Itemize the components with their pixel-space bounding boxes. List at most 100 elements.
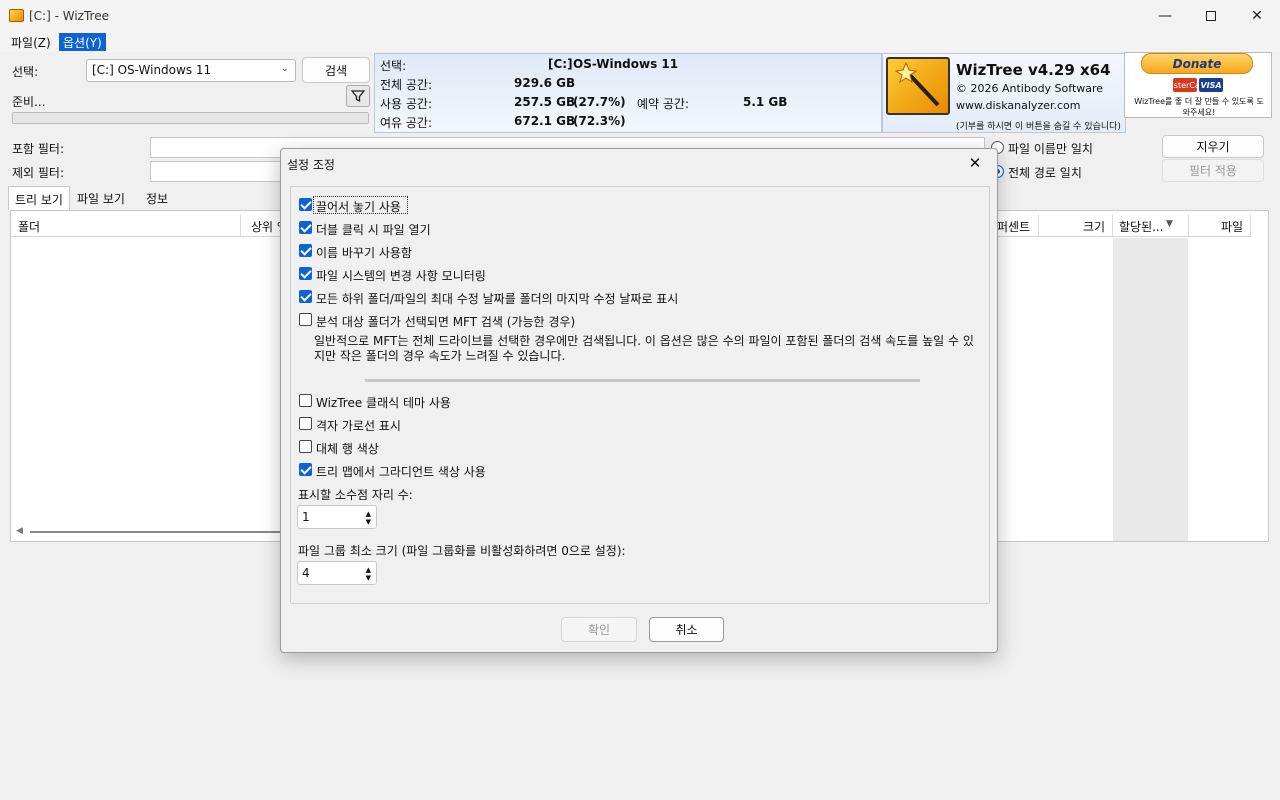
magic-wand-icon <box>894 61 940 107</box>
checkbox-gradient-treemap[interactable] <box>299 463 312 476</box>
exclude-filter-label: 제외 필터: <box>12 166 65 180</box>
label-grid-lines: 격자 가로선 표시 <box>316 419 401 433</box>
status-text: 준비... <box>12 95 46 109</box>
visa-icon: VISA <box>1199 78 1223 92</box>
cancel-button[interactable]: 취소 <box>649 617 724 642</box>
column-separator <box>1250 215 1251 237</box>
clear-filter-button[interactable]: 지우기 <box>1162 135 1264 158</box>
label-gradient-treemap: 트리 맵에서 그라디언트 색상 사용 <box>316 465 486 479</box>
copyright-text: © 2026 Antibody Software <box>956 82 1104 95</box>
used-space-label: 사용 공간: <box>380 97 433 111</box>
checkbox-alternate-row[interactable] <box>299 440 312 453</box>
total-space-value: 929.6 GB <box>514 76 576 90</box>
scroll-left-icon: ◀ <box>16 526 23 536</box>
dialog-close-button[interactable]: ✕ <box>962 150 988 176</box>
checkbox-double-click-open[interactable] <box>299 221 312 234</box>
wiztree-app-icon <box>9 9 24 22</box>
column-size[interactable]: 크기 <box>1083 218 1105 235</box>
title-bar <box>0 0 1280 32</box>
mft-description-line-1: 일반적으로 MFT는 전체 드라이브를 선택한 경우에만 검색됩니다. 이 옵션… <box>314 334 945 348</box>
menu-options[interactable]: 옵션(Y) <box>59 33 106 51</box>
donate-text-2: 와주세요! <box>1182 108 1216 117</box>
focus-rectangle <box>313 196 408 214</box>
column-folder[interactable]: 폴더 <box>18 218 40 235</box>
tab-file-view[interactable]: 파일 보기 <box>71 186 131 210</box>
website-link[interactable]: www.diskanalyzer.com <box>956 99 1081 112</box>
funnel-icon <box>351 90 365 103</box>
full-path-label: 전체 경로 일치 <box>1008 166 1082 180</box>
checkbox-drag-drop[interactable] <box>299 198 312 211</box>
total-space-label: 전체 공간: <box>380 78 433 92</box>
checkbox-classic-theme[interactable] <box>299 394 312 407</box>
tab-tree-view[interactable]: 트리 보기 <box>8 186 70 210</box>
select-label: 선택: <box>12 65 39 79</box>
free-space-label: 여유 공간: <box>380 116 433 130</box>
scroll-thumb[interactable] <box>30 531 280 533</box>
allocated-column-highlight <box>1113 238 1188 541</box>
donate-button[interactable]: Donate <box>1141 53 1253 74</box>
column-parent-percent[interactable]: 상위 % <box>251 218 281 235</box>
label-mft-scan: 분석 대상 폴더가 선택되면 MFT 검색 (가능한 경우) <box>316 315 576 329</box>
name-only-label: 파일 이름만 일치 <box>1008 142 1093 156</box>
spin-down-icon[interactable]: ▼ <box>366 574 371 582</box>
checkbox-mft-scan[interactable] <box>299 313 312 326</box>
app-version-title: WizTree v4.29 x64 <box>956 61 1111 79</box>
group-size-spinner[interactable]: 4 ▲ ▼ <box>297 561 377 585</box>
separator <box>365 379 920 382</box>
maximize-button[interactable] <box>1188 0 1234 32</box>
column-allocated[interactable]: 할당된... <box>1119 218 1164 235</box>
menu-bar <box>0 32 1280 52</box>
label-rename: 이름 바꾸기 사용함 <box>316 246 412 260</box>
info-select-label: 선택: <box>380 59 407 73</box>
window-title: [C:] - WizTree <box>29 9 109 23</box>
free-space-value: 672.1 GB <box>514 114 576 128</box>
decimals-value: 1 <box>302 510 310 524</box>
column-files[interactable]: 파일 <box>1221 218 1243 235</box>
checkbox-monitor-changes[interactable] <box>299 267 312 280</box>
column-separator <box>1188 215 1189 237</box>
dialog-title: 설정 조정 <box>287 158 335 172</box>
group-size-value: 4 <box>302 566 310 580</box>
filter-button[interactable] <box>346 85 370 107</box>
decimals-spinner[interactable]: 1 ▲ ▼ <box>297 505 377 529</box>
close-icon: ✕ <box>968 154 982 172</box>
used-space-value: 257.5 GB <box>514 95 576 109</box>
reserved-space-label: 예약 공간: <box>637 97 690 111</box>
close-button[interactable]: ✕ <box>1234 0 1280 32</box>
spin-up-icon[interactable]: ▲ <box>366 510 371 518</box>
minimize-button[interactable]: — <box>1142 0 1188 32</box>
mastercard-icon: MasterCard <box>1162 78 1208 92</box>
label-max-modified-date: 모든 하위 폴더/파일의 최대 수정 날짜를 폴더의 마지막 수정 날짜로 표시 <box>316 292 679 306</box>
spin-up-icon[interactable]: ▲ <box>366 566 371 574</box>
label-classic-theme: WizTree 클래식 테마 사용 <box>316 396 451 410</box>
scan-progress-bar <box>12 112 369 124</box>
column-separator <box>240 215 241 237</box>
label-alternate-row: 대체 행 색상 <box>316 442 379 456</box>
maximize-icon <box>1206 11 1216 21</box>
ok-button[interactable]: 확인 <box>561 617 637 642</box>
tab-info[interactable]: 정보 <box>140 186 174 210</box>
menu-file[interactable]: 파일(Z) <box>7 33 55 51</box>
spin-down-icon[interactable]: ▼ <box>366 518 371 526</box>
info-drive-name: OS-Windows 11 <box>573 57 679 71</box>
include-filter-label: 포함 필터: <box>12 142 65 156</box>
label-monitor-changes: 파일 시스템의 변경 사항 모니터링 <box>316 269 486 283</box>
apply-filter-button[interactable]: 필터 적용 <box>1162 159 1264 182</box>
checkbox-grid-lines[interactable] <box>299 417 312 430</box>
drive-select[interactable]: [C:] OS-Windows 11 ⌄ <box>86 59 296 82</box>
free-space-percent: (72.3%) <box>573 114 626 128</box>
horizontal-scrollbar[interactable]: ◀ <box>12 524 282 540</box>
sort-desc-icon: ▼ <box>1166 219 1173 229</box>
column-percent[interactable]: 퍼센트 <box>997 218 1030 235</box>
decimals-label: 표시할 소수점 자리 수: <box>298 488 413 502</box>
label-double-click-open: 더블 클릭 시 파일 열기 <box>316 223 431 237</box>
scan-button[interactable]: 검색 <box>302 57 370 83</box>
reserved-space-value: 5.1 GB <box>743 95 788 109</box>
used-space-percent: (27.7%) <box>573 95 626 109</box>
drive-select-value: [C:] OS-Windows 11 <box>92 63 212 77</box>
checkbox-max-modified-date[interactable] <box>299 290 312 303</box>
donate-text-1: WizTree를 좋 더 잘 만들 수 있도록 도 <box>1134 97 1264 106</box>
group-size-label: 파일 그룹 최소 크기 (파일 그룹화를 비활성화하려면 0으로 설정): <box>298 544 626 558</box>
checkbox-rename[interactable] <box>299 244 312 257</box>
wizard-logo-icon[interactable] <box>886 57 950 115</box>
